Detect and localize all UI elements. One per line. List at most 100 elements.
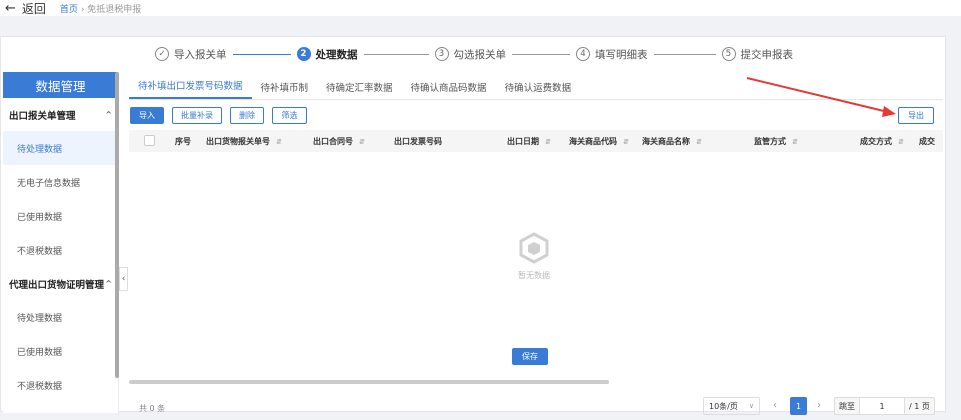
col-label: 海关商品名称 xyxy=(642,137,690,146)
table-horizontal-scrollbar[interactable] xyxy=(129,380,609,384)
page-size-select[interactable]: 10条/页 ∨ xyxy=(703,397,760,415)
prev-page-button[interactable]: ‹ xyxy=(773,400,777,411)
chevron-up-icon: ^ xyxy=(105,279,112,288)
col-invoice-no: 出口发票号码 xyxy=(394,137,442,146)
sidebar-item-agency-no-refund[interactable]: 不退税数据 xyxy=(3,368,118,402)
collapse-sidebar-button[interactable]: ‹ xyxy=(119,267,128,291)
breadcrumb: 首页 › 免抵退税申报 xyxy=(60,2,141,15)
filter-button[interactable]: 筛选 xyxy=(272,107,307,124)
batch-fill-button[interactable]: 批量补录 xyxy=(172,107,222,124)
next-page-button[interactable]: › xyxy=(817,400,821,411)
col-deal-mode[interactable]: 成交方式 ⇵ xyxy=(860,136,904,147)
step-4: 4 填写明细表 xyxy=(576,47,648,62)
step-progress: ✓ 导入报关单 2 处理数据 3 勾选报关单 4 填写明细表 5 提交申报表 xyxy=(1,37,947,71)
total-pages: / 1 页 xyxy=(909,401,930,411)
col-label: 监管方式 xyxy=(754,137,786,146)
sort-icon[interactable]: ⇵ xyxy=(623,138,629,146)
step-5-label: 提交申报表 xyxy=(740,48,794,61)
col-supervision-mode[interactable]: 监管方式 ⇵ xyxy=(754,136,798,147)
export-button[interactable]: 导出 xyxy=(898,107,934,124)
table-header: 序号 出口货物报关单号 ⇵ 出口合同号 ⇵ 出口发票号码 出口日期 ⇵ 海关商品代码 ⇵… xyxy=(129,130,943,152)
col-declaration-no[interactable]: 出口货物报关单号 ⇵ xyxy=(206,136,282,147)
sidebar-item-agency-used[interactable]: 已使用数据 xyxy=(3,334,118,368)
step-connector xyxy=(512,53,570,55)
col-label: 出口货物报关单号 xyxy=(206,137,270,146)
check-circle-icon: ✓ xyxy=(155,47,169,61)
sort-icon[interactable]: ⇵ xyxy=(359,138,365,146)
col-label: 出口日期 xyxy=(507,137,539,146)
step-5-number: 5 xyxy=(721,47,736,61)
sort-icon[interactable]: ⇵ xyxy=(696,138,702,146)
sort-icon[interactable]: ⇵ xyxy=(792,138,798,146)
col-label: 成交方式 xyxy=(860,137,892,146)
step-1-label: 导入报关单 xyxy=(174,48,227,61)
page-1-button[interactable]: 1 xyxy=(790,397,807,415)
save-button[interactable]: 保存 xyxy=(512,348,548,365)
step-5: 5 提交申报表 xyxy=(721,47,794,62)
delete-button[interactable]: 删除 xyxy=(230,107,264,124)
goto-page: 跳至 1 / 1 页 xyxy=(834,397,935,415)
col-label: 出口合同号 xyxy=(313,137,353,146)
select-all-checkbox[interactable] xyxy=(144,135,155,146)
tab-pending-commodity-code[interactable]: 待确认商品码数据 xyxy=(402,80,496,99)
total-count: 共 0 条 xyxy=(139,404,166,413)
import-button[interactable]: 导入 xyxy=(130,107,164,124)
col-index: 序号 xyxy=(175,137,191,146)
tab-bar: 待补填出口发票号码数据 待补填币制 待确定汇率数据 待确认商品码数据 待确认运费… xyxy=(129,72,943,100)
back-button[interactable]: ← 返回 xyxy=(5,0,46,17)
step-2: 2 处理数据 xyxy=(296,47,358,62)
chevron-up-icon: ^ xyxy=(105,110,112,119)
breadcrumb-separator: › xyxy=(80,4,85,15)
col-deal-truncated: 成交 xyxy=(919,137,935,146)
toolbar: 导入 批量补录 删除 筛选 导出 xyxy=(129,100,943,130)
col-label: 海关商品代码 xyxy=(569,137,617,146)
page-size-value: 10条/页 xyxy=(709,401,738,411)
back-label: 返回 xyxy=(21,1,46,16)
step-connector xyxy=(653,53,716,55)
breadcrumb-home[interactable]: 首页 xyxy=(60,5,78,15)
top-bar: ← 返回 首页 › 免抵退税申报 xyxy=(0,0,961,16)
tab-missing-invoice-number[interactable]: 待补填出口发票号码数据 xyxy=(129,78,252,99)
breadcrumb-current: 免抵退税申报 xyxy=(87,4,142,15)
sidebar-group-agency-export-certificate[interactable]: 代理出口货物证明管理 ^ xyxy=(3,267,118,300)
empty-box-icon xyxy=(519,232,549,264)
empty-state: 暂无数据 xyxy=(504,232,564,281)
step-connector xyxy=(363,53,429,55)
sort-icon[interactable]: ⇵ xyxy=(545,138,551,146)
step-3-label: 勾选报关单 xyxy=(453,48,507,61)
main-frame: ✓ 导入报关单 2 处理数据 3 勾选报关单 4 填写明细表 5 提交申报表 数… xyxy=(0,36,947,415)
step-3-number: 3 xyxy=(434,47,449,61)
sidebar-scrollbar[interactable] xyxy=(115,72,119,378)
empty-text: 暂无数据 xyxy=(518,271,550,280)
sidebar-item-no-electronic-info[interactable]: 无电子信息数据 xyxy=(3,165,118,199)
step-3: 3 勾选报关单 xyxy=(434,47,507,62)
group-label: 出口报关单管理 xyxy=(9,110,76,122)
sidebar-item-pending[interactable]: 待处理数据 xyxy=(3,131,118,165)
pagination-bar: 共 0 条 10条/页 ∨ ‹ 1 › 跳至 1 / 1 页 xyxy=(129,396,943,418)
col-commodity-code[interactable]: 海关商品代码 ⇵ xyxy=(569,136,629,147)
col-export-date[interactable]: 出口日期 ⇵ xyxy=(507,136,551,147)
step-4-label: 填写明细表 xyxy=(595,48,648,61)
col-commodity-name[interactable]: 海关商品名称 ⇵ xyxy=(642,136,702,147)
tab-missing-currency[interactable]: 待补填币制 xyxy=(252,80,318,99)
tab-pending-exchange-rate[interactable]: 待确定汇率数据 xyxy=(317,80,402,99)
sort-icon[interactable]: ⇵ xyxy=(276,138,282,146)
group-label: 代理出口货物证明管理 xyxy=(9,279,105,291)
step-connector xyxy=(232,53,291,55)
sidebar-item-agency-pending[interactable]: 待处理数据 xyxy=(3,300,118,334)
step-2-number: 2 xyxy=(296,47,311,61)
sidebar: 数据管理 出口报关单管理 ^ 待处理数据 无电子信息数据 已使用数据 不退税数据… xyxy=(3,72,119,413)
arrow-left-icon: ← xyxy=(5,0,16,16)
tab-pending-freight[interactable]: 待确认运费数据 xyxy=(496,80,581,99)
step-2-label: 处理数据 xyxy=(315,48,358,61)
goto-page-input[interactable]: 1 xyxy=(859,398,905,414)
goto-label: 跳至 xyxy=(839,401,855,411)
sort-icon[interactable]: ⇵ xyxy=(898,138,904,146)
sidebar-title: 数据管理 xyxy=(3,72,118,98)
sidebar-item-no-refund[interactable]: 不退税数据 xyxy=(3,233,118,267)
sidebar-item-used[interactable]: 已使用数据 xyxy=(3,199,118,233)
chevron-down-icon: ∨ xyxy=(748,402,754,410)
step-1: ✓ 导入报关单 xyxy=(155,47,227,62)
col-contract-no[interactable]: 出口合同号 ⇵ xyxy=(313,136,365,147)
sidebar-group-export-declaration[interactable]: 出口报关单管理 ^ xyxy=(3,98,118,131)
